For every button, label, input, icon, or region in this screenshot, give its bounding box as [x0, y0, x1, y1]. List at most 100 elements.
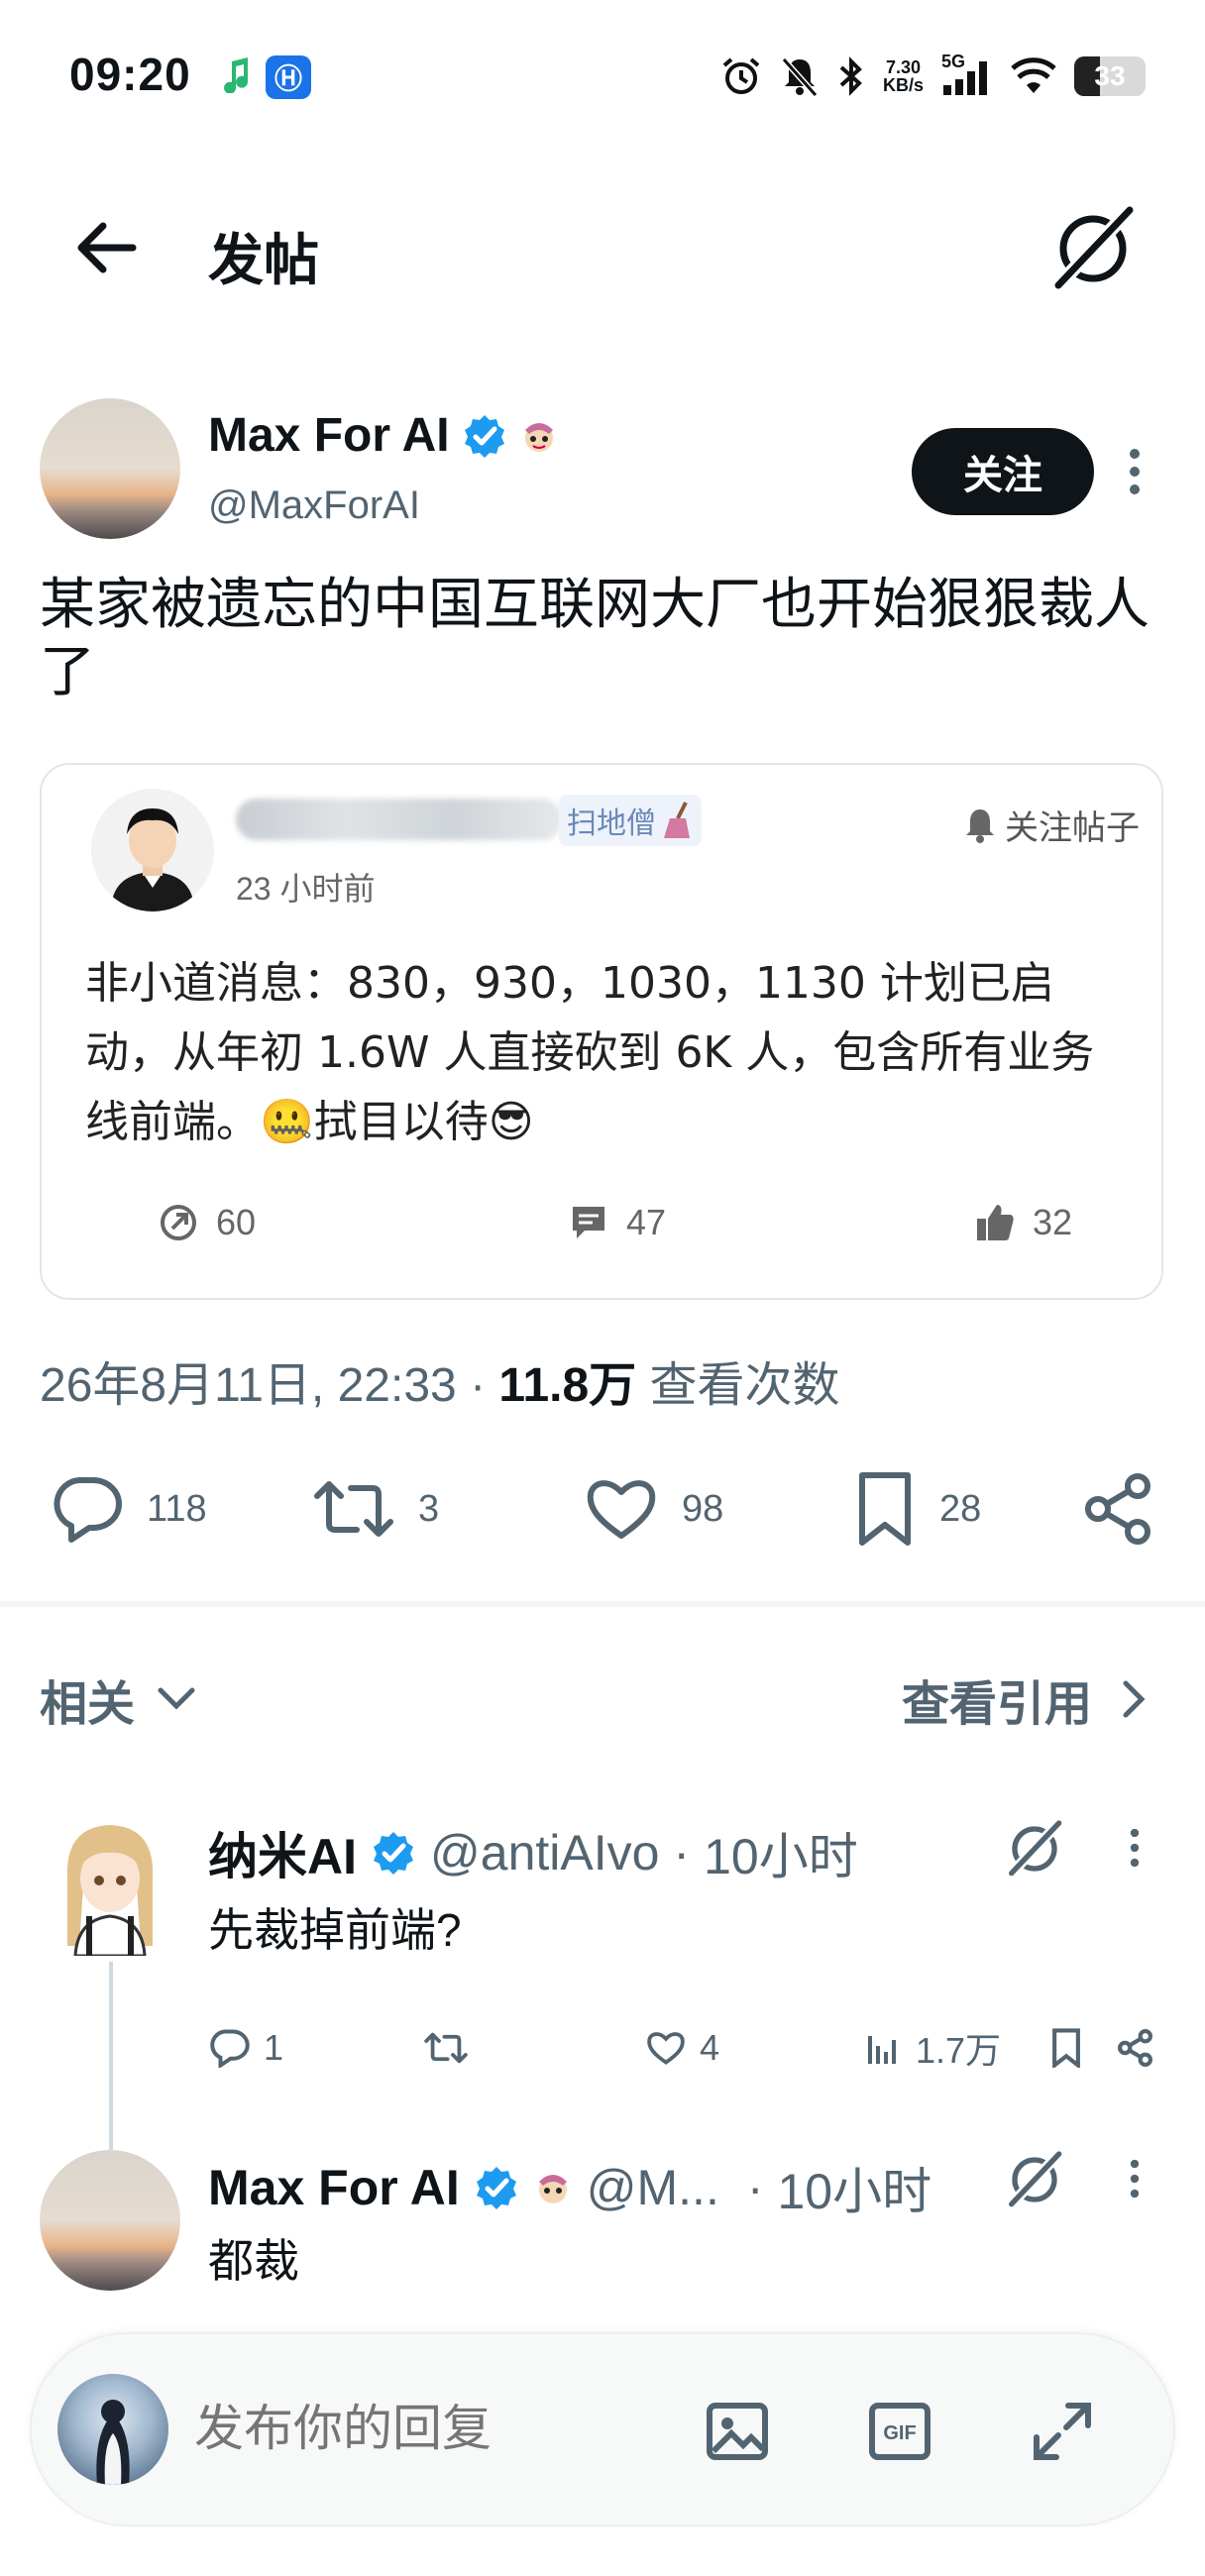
verified-badge-icon [464, 414, 504, 458]
mute-bell-icon [781, 57, 819, 97]
expand-button[interactable] [1023, 2392, 1102, 2471]
back-button[interactable] [69, 208, 149, 287]
repost-action[interactable]: 3 [313, 1474, 439, 1544]
reply-author-handle: @antiAIvo [430, 1825, 660, 1880]
grok-icon [1009, 1820, 1062, 1877]
broom-icon [664, 802, 690, 838]
author-handle: @MaxForAI [208, 483, 420, 527]
image-icon [707, 2403, 768, 2460]
reply-action[interactable]: 118 [50, 1474, 207, 1544]
quoted-share-stat[interactable]: 60 [157, 1201, 256, 1244]
arrow-left-icon [77, 222, 137, 273]
post-text: 某家被遗忘的中国互联网大厂也开始狠狠裁人了 [40, 573, 1150, 702]
author-name: Max For AI [208, 409, 450, 462]
reply-views-action[interactable]: 1.7万 [866, 2023, 1001, 2073]
expand-icon [1034, 2403, 1091, 2460]
page-title: 发帖 [208, 229, 319, 291]
reply-author-name[interactable]: Max For AI [208, 2159, 460, 2216]
view-count: 11.8万 [498, 1359, 637, 1412]
reply-author-name[interactable]: 纳米AI [208, 1817, 357, 1888]
thread-line [109, 1962, 113, 2150]
reply-icon [210, 2029, 250, 2068]
reply-like-action[interactable]: 4 [646, 2023, 719, 2073]
grok-icon [1054, 206, 1134, 289]
share-action[interactable] [1084, 1473, 1153, 1545]
post-date: 26年8月11日, 22:33 [40, 1359, 457, 1412]
heart-icon [647, 2032, 685, 2065]
author-name-row[interactable]: Max For AI [208, 408, 559, 463]
see-quotes-link[interactable]: 查看引用 [902, 1664, 1146, 1734]
alarm-icon [722, 57, 760, 94]
user-avatar [57, 2374, 168, 2485]
reply-time: 10小时 [777, 2164, 932, 2219]
heart-icon [587, 1480, 656, 1539]
status-time: 09:20 [69, 49, 191, 100]
more-vertical-icon [1130, 449, 1140, 494]
status-indicators: 7.30 KB/s 5G 33 [720, 52, 1146, 101]
reply-icon [54, 1477, 122, 1543]
quoted-author-avatar [91, 789, 214, 912]
thumbs-up-icon [977, 1205, 1014, 1240]
image-button[interactable] [698, 2392, 777, 2471]
quoted-post-text: 非小道消息：830，930，1030，1130 计划已启动，从年初 1.6W 人… [85, 958, 1095, 1147]
reply-author-handle: @M... [586, 2160, 719, 2215]
quoted-post-card[interactable]: 扫地僧 23 小时前 关注帖子 非小道消息：830，930，1030，1130 … [40, 763, 1163, 1300]
app-notification-icon: Ⓗ [266, 55, 311, 99]
share-forward-icon [161, 1205, 196, 1240]
reply-compose-bar: GIF [30, 2332, 1175, 2526]
affiliate-emoji-icon [524, 422, 553, 452]
chevron-down-icon [158, 1687, 195, 1710]
quoted-author-badge: 扫地僧 [559, 795, 702, 846]
net-speed: 7.30 KB/s [882, 57, 924, 95]
bookmark-icon [1052, 2028, 1080, 2068]
repost-icon [424, 2032, 468, 2064]
svg-text:GIF: GIF [883, 2422, 916, 2444]
chevron-right-icon [1123, 1680, 1146, 1718]
follow-button[interactable]: 关注 [912, 428, 1094, 515]
cell-signal-icon: 5G [941, 52, 993, 97]
reply-avatar[interactable] [40, 2150, 180, 2291]
quoted-comment-stat[interactable]: 47 [567, 1201, 666, 1244]
bluetooth-icon [839, 56, 862, 96]
comment-icon [573, 1207, 604, 1238]
reply-avatar[interactable] [57, 1817, 163, 1956]
verified-badge-icon [476, 2167, 516, 2209]
reply-reply-action[interactable]: 1 [208, 2023, 283, 2073]
bell-icon [966, 808, 994, 843]
affiliate-emoji-icon [538, 2175, 567, 2203]
reply-bookmark-action[interactable] [1050, 2023, 1082, 2073]
verified-badge-icon [374, 1832, 413, 1875]
reply-share-action[interactable] [1118, 2023, 1153, 2073]
section-divider [0, 1601, 1205, 1607]
reply-repost-action[interactable] [424, 2023, 482, 2073]
wifi-icon [1011, 57, 1056, 93]
reply-header: 纳米AI @antiAIvo · 10小时 [208, 1817, 858, 1888]
reply-grok-button[interactable] [1005, 2150, 1064, 2209]
follow-post-button[interactable]: 关注帖子 [963, 801, 1140, 849]
music-app-icon [220, 57, 252, 93]
reply-text: 都裁 [208, 2235, 299, 2287]
share-icon [1085, 1473, 1150, 1545]
grok-icon [1009, 2151, 1062, 2207]
reply-input[interactable] [194, 2400, 690, 2457]
more-options-button[interactable] [1114, 442, 1155, 501]
like-action[interactable]: 98 [585, 1474, 723, 1544]
reply-grok-button[interactable] [1005, 1819, 1064, 1878]
bookmark-action[interactable]: 28 [854, 1472, 981, 1546]
post-meta: 26年8月11日, 22:33 · 11.8万 查看次数 [40, 1359, 840, 1412]
reply-more-button[interactable] [1114, 2154, 1155, 2203]
quoted-post-time: 23 小时前 [236, 871, 376, 907]
gif-button[interactable]: GIF [860, 2392, 939, 2471]
more-vertical-icon [1130, 2159, 1140, 2199]
bookmark-icon [859, 1472, 911, 1546]
view-label: 查看次数 [649, 1359, 840, 1412]
grok-button[interactable] [1048, 204, 1138, 293]
gif-icon: GIF [869, 2403, 931, 2460]
repost-icon [314, 1481, 393, 1537]
battery-icon: 33 [1074, 56, 1146, 96]
reply-more-button[interactable] [1114, 1823, 1155, 1873]
quoted-like-stat[interactable]: 32 [973, 1201, 1072, 1244]
quoted-author-name-blurred [236, 799, 563, 840]
author-avatar[interactable] [40, 398, 180, 539]
related-dropdown[interactable]: 相关 [40, 1664, 196, 1734]
